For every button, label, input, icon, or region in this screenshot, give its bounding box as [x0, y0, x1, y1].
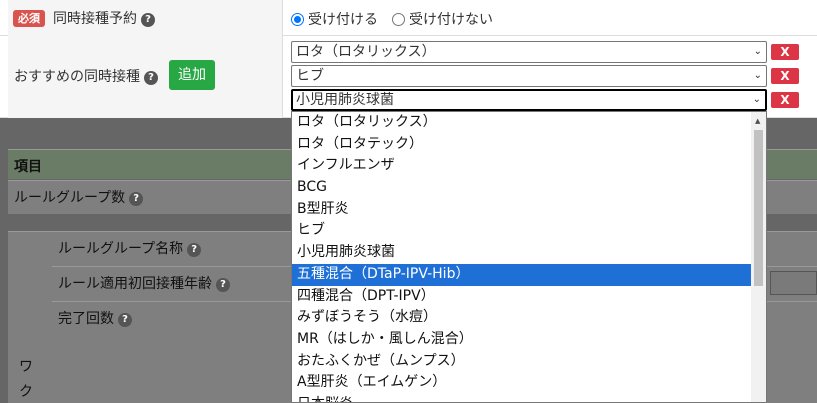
dropdown-option[interactable]: 四種混合（DPT-IPV） — [292, 286, 752, 308]
scrollbar-thumb[interactable] — [754, 130, 763, 286]
chevron-down-icon: ⌄ — [753, 46, 762, 57]
dropdown-option[interactable]: ロタ（ロタテック） — [292, 134, 752, 156]
side-char-2: ク — [19, 384, 33, 400]
dropdown-option[interactable]: ヒブ — [292, 220, 752, 242]
help-icon[interactable]: ? — [144, 71, 158, 85]
dropdown-option[interactable]: 小児用肺炎球菌 — [292, 242, 752, 264]
side-column — [8, 231, 52, 403]
help-icon[interactable]: ? — [141, 13, 155, 27]
chevron-down-icon: ⌄ — [753, 70, 762, 81]
remove-button-3[interactable]: X — [771, 92, 799, 108]
dropdown-option[interactable]: インフルエンザ — [292, 155, 752, 177]
dropdown-option[interactable]: 五種混合（DTaP-IPV-Hib） — [292, 263, 752, 286]
vaccine-select-3[interactable]: 小児用肺炎球菌 ⌄ — [291, 89, 767, 111]
help-icon: ? — [118, 313, 132, 327]
required-badge: 必須 — [13, 10, 45, 27]
help-icon: ? — [187, 243, 202, 257]
simultaneous-booking-row: 必須 同時接種予約? 受け付ける 受け付けない — [0, 0, 817, 36]
simultaneous-booking-label: 同時接種予約? — [53, 8, 155, 28]
recommended-label-cell: おすすめの同時接種? 追加 — [8, 36, 283, 118]
help-icon: ? — [216, 278, 230, 292]
simultaneous-booking-label-cell: 必須 同時接種予約? — [8, 0, 283, 36]
remove-button-2[interactable]: X — [771, 68, 799, 84]
dropdown-option[interactable]: B型肝炎 — [292, 199, 752, 221]
scrollbar[interactable]: ▲ — [751, 112, 766, 402]
accept-radio[interactable]: 受け付ける — [291, 9, 378, 29]
remove-button-1[interactable]: X — [771, 44, 799, 60]
help-icon: ? — [129, 192, 144, 206]
scroll-up-icon[interactable]: ▲ — [755, 117, 760, 125]
dropdown-option[interactable]: A型肝炎（エイムゲン） — [292, 372, 752, 394]
reject-radio[interactable]: 受け付けない — [392, 9, 493, 29]
dropdown-option[interactable]: BCG — [292, 177, 752, 199]
add-button[interactable]: 追加 — [169, 60, 215, 90]
radio-unchecked-icon[interactable] — [392, 12, 405, 26]
side-char-1: ワ — [19, 359, 33, 375]
vaccine-select-2[interactable]: ヒブ ⌄ — [291, 65, 767, 87]
dropdown-option[interactable]: みずぼうそう（水痘） — [292, 307, 752, 329]
dropdown-option[interactable]: ロタ（ロタリックス） — [292, 112, 752, 134]
age-select — [770, 271, 817, 295]
dropdown-option[interactable]: おたふくかぜ（ムンプス） — [292, 351, 752, 373]
vaccine-select-1[interactable]: ロタ（ロタリックス） ⌄ — [291, 41, 767, 63]
chevron-down-icon: ⌄ — [752, 94, 761, 105]
dropdown-option[interactable]: MR（はしか・風しん混合） — [292, 329, 752, 351]
dropdown-option[interactable]: 日本脳炎 — [292, 394, 752, 402]
radio-checked-icon[interactable] — [291, 12, 304, 26]
recommended-label: おすすめの同時接種? — [14, 66, 158, 86]
vaccine-dropdown-list[interactable]: ロタ（ロタリックス） ロタ（ロタテック） インフルエンザ BCG B型肝炎 ヒブ 小児用肺炎… — [291, 111, 767, 403]
